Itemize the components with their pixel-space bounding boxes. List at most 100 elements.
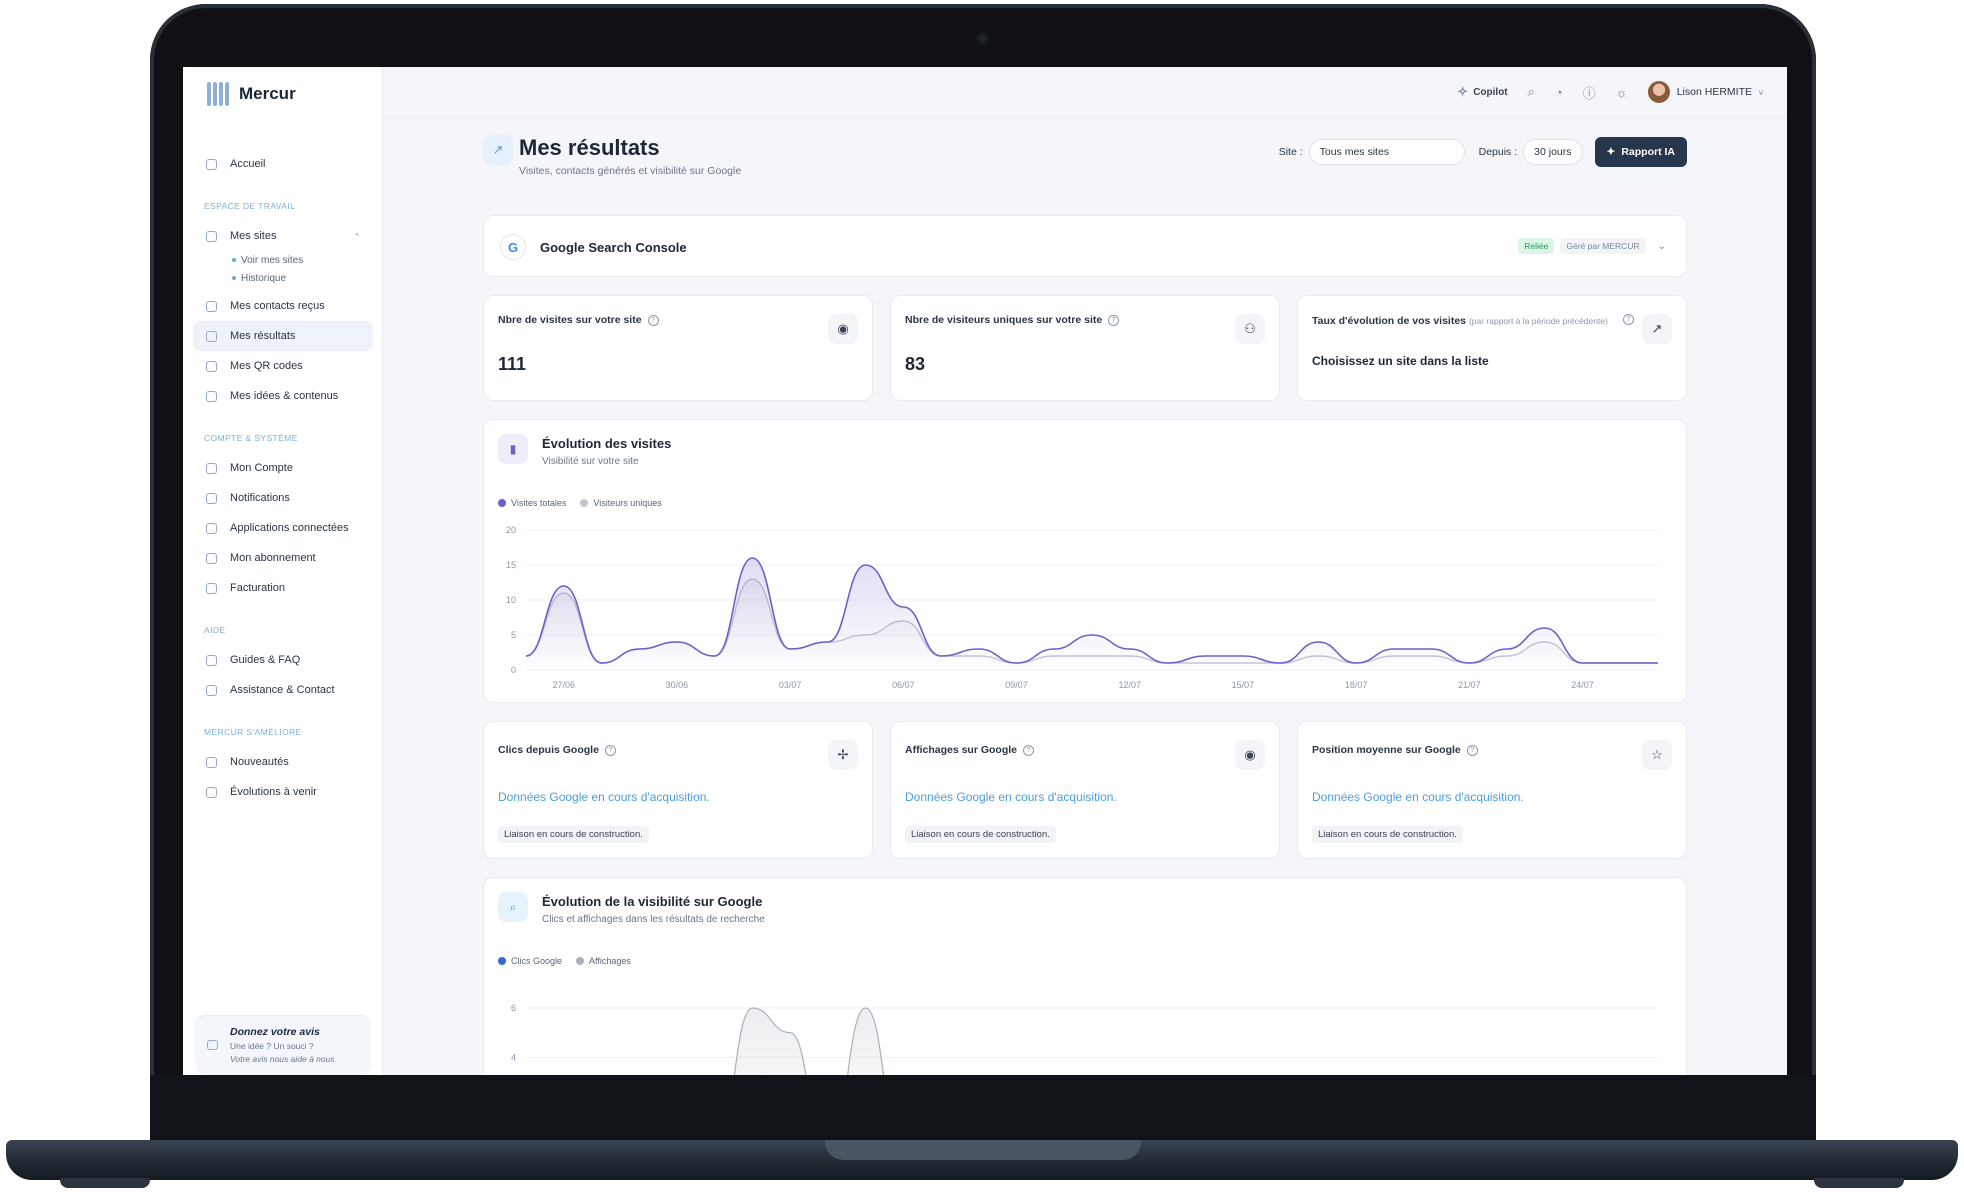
sidebar-item-results[interactable]: Mes résultats bbox=[193, 321, 373, 351]
site-label: Site : bbox=[1278, 146, 1303, 158]
gsc-title: Google Search Console bbox=[540, 240, 687, 255]
laptop-bezel bbox=[150, 1075, 1816, 1144]
kpi-text: Choisissez un site dans la liste bbox=[1312, 354, 1489, 368]
eye-icon: ◉ bbox=[828, 314, 858, 344]
bar-chart-icon: ▮ bbox=[498, 434, 528, 464]
kpi-visits: Nbre de visites sur votre site? ◉ 111 bbox=[483, 295, 873, 401]
theme-toggle-icon[interactable]: ☼ bbox=[1616, 85, 1628, 100]
sidebar-subitem-history[interactable]: Historique bbox=[183, 269, 383, 287]
notification-icon[interactable]: ◔ bbox=[1555, 85, 1563, 100]
kpi-value: 83 bbox=[905, 354, 926, 374]
sidebar-item-account[interactable]: Mon Compte bbox=[193, 453, 373, 483]
document-icon bbox=[206, 390, 217, 402]
ai-report-button[interactable]: ✦ Rapport IA bbox=[1594, 137, 1687, 167]
feedback-box[interactable]: Donnez votre avis Une idée ? Un souci ? … bbox=[195, 1015, 371, 1075]
filters: Site : Tous mes sites Depuis : 30 jours … bbox=[1279, 137, 1687, 167]
status-pill: Liaison en cours de construction. bbox=[905, 826, 1056, 843]
status-pill: Liaison en cours de construction. bbox=[1312, 826, 1463, 843]
page-subtitle: Visites, contacts générés et visibilité … bbox=[519, 165, 742, 177]
kpi-value: 111 bbox=[498, 354, 527, 374]
chart-subtitle: Visibilité sur votre site bbox=[542, 456, 639, 467]
cursor-click-icon: ✢ bbox=[828, 740, 858, 770]
site-select[interactable]: Tous mes sites bbox=[1308, 139, 1465, 165]
sidebar-item-support[interactable]: Assistance & Contact bbox=[193, 675, 373, 705]
stat-title: Position moyenne sur Google? bbox=[1312, 744, 1478, 756]
y-tick-label: 5 bbox=[511, 630, 516, 640]
chart-line-icon bbox=[206, 330, 217, 342]
chat-icon bbox=[207, 1040, 218, 1050]
help-icon[interactable]: ? bbox=[1466, 744, 1478, 756]
sidebar-item-billing[interactable]: Facturation bbox=[193, 573, 373, 603]
x-tick-label: 06/07 bbox=[892, 680, 915, 690]
x-tick-label: 27/06 bbox=[552, 680, 575, 690]
x-tick-label: 21/07 bbox=[1458, 680, 1481, 690]
visibility-chart[interactable]: 46 bbox=[498, 978, 1674, 1075]
credit-card-icon bbox=[206, 552, 217, 564]
legend-item-total[interactable]: Visites totales bbox=[498, 498, 566, 508]
stat-views: Affichages sur Google? ◉ Données Google … bbox=[890, 721, 1280, 859]
lifebuoy-icon bbox=[206, 684, 217, 696]
chevron-down-icon[interactable]: ⌄ bbox=[1658, 241, 1666, 252]
sidebar-item-notifications[interactable]: Notifications bbox=[193, 483, 373, 513]
chart-title: Évolution de la visibilité sur Google bbox=[542, 894, 763, 909]
legend-item-views[interactable]: Affichages bbox=[576, 956, 631, 966]
qr-code-icon bbox=[206, 360, 217, 372]
help-icon[interactable]: ? bbox=[604, 744, 616, 756]
kpi-title: Taux d'évolution de vos visites (par rap… bbox=[1312, 315, 1608, 327]
chart-line-icon: ↗ bbox=[483, 135, 513, 165]
sidebar-subitem-view-sites[interactable]: Voir mes sites bbox=[183, 251, 383, 269]
book-icon bbox=[206, 654, 217, 666]
sidebar-item-contacts[interactable]: Mes contacts reçus bbox=[193, 291, 373, 321]
chevron-down-icon: v bbox=[1759, 87, 1763, 97]
search-icon[interactable]: ⌕ bbox=[1528, 84, 1535, 100]
pending-link[interactable]: Données Google en cours d'acquisition. bbox=[498, 790, 710, 804]
sidebar-item-ideas[interactable]: Mes idées & contenus bbox=[193, 381, 373, 411]
legend-item-unique[interactable]: Visiteurs uniques bbox=[580, 498, 662, 508]
bullet-icon bbox=[232, 258, 236, 262]
sidebar-item-home[interactable]: Accueil bbox=[193, 149, 373, 179]
legend-item-clicks[interactable]: Clics Google bbox=[498, 956, 562, 966]
google-icon: G bbox=[500, 234, 526, 260]
sites-icon bbox=[206, 230, 217, 242]
x-tick-label: 09/07 bbox=[1005, 680, 1028, 690]
help-icon[interactable]: ? bbox=[1023, 744, 1035, 756]
x-tick-label: 24/07 bbox=[1571, 680, 1594, 690]
sidebar-item-qr[interactable]: Mes QR codes bbox=[193, 351, 373, 381]
feedback-title: Donnez votre avis bbox=[230, 1026, 320, 1038]
sidebar-item-apps[interactable]: Applications connectées bbox=[193, 513, 373, 543]
sidebar-item-news[interactable]: Nouveautés bbox=[193, 747, 373, 777]
stat-position: Position moyenne sur Google? ☆ Données G… bbox=[1297, 721, 1687, 859]
pending-link[interactable]: Données Google en cours d'acquisition. bbox=[1312, 790, 1524, 804]
chart-legend: Clics Google Affichages bbox=[498, 956, 631, 966]
user-menu[interactable]: Lison HERMITE v bbox=[1647, 81, 1763, 103]
section-title-workspace: ESPACE DE TRAVAIL bbox=[204, 201, 296, 211]
help-icon[interactable]: ? bbox=[1108, 314, 1120, 326]
top-bar: ✧ Copilot ⌕ ◔ ⓘ ☼ Lison HERMITE v bbox=[383, 67, 1787, 117]
plug-icon bbox=[206, 522, 217, 534]
sidebar-nav: Accueil ESPACE DE TRAVAIL Mes sites ^ Voi… bbox=[183, 149, 383, 807]
help-icon[interactable]: ⓘ bbox=[1583, 83, 1596, 102]
sidebar-item-subscription[interactable]: Mon abonnement bbox=[193, 543, 373, 573]
period-select[interactable]: 30 jours bbox=[1523, 139, 1583, 165]
pending-link[interactable]: Données Google en cours d'acquisition. bbox=[905, 790, 1117, 804]
section-title-account: COMPTE & SYSTÈME bbox=[204, 433, 298, 443]
kpi-visit-rate: Taux d'évolution de vos visites (par rap… bbox=[1297, 295, 1687, 401]
avatar bbox=[1647, 81, 1670, 103]
series-area bbox=[526, 558, 1658, 670]
laptop-foot bbox=[1814, 1178, 1904, 1188]
sidebar-item-my-sites[interactable]: Mes sites ^ bbox=[193, 221, 373, 251]
google-search-console-card[interactable]: G Google Search Console Reliée Géré par … bbox=[483, 215, 1687, 277]
x-tick-label: 18/07 bbox=[1345, 680, 1368, 690]
visibility-chart-card: ⌕ Évolution de la visibilité sur Google … bbox=[483, 877, 1687, 1075]
help-icon[interactable]: ? bbox=[647, 314, 659, 326]
help-icon[interactable]: ? bbox=[1623, 314, 1634, 325]
legend-dot bbox=[580, 499, 589, 507]
y-tick-label: 6 bbox=[511, 1003, 516, 1013]
sidebar-item-roadmap[interactable]: Évolutions à venir bbox=[193, 777, 373, 807]
copilot-button[interactable]: ✧ Copilot bbox=[1457, 84, 1507, 100]
brand-logo[interactable]: Mercur bbox=[207, 79, 296, 109]
visits-chart[interactable]: 0 5 10 15 20 27/06 30/06 03/07 06/07 09/07 12/07 15… bbox=[498, 520, 1674, 696]
feedback-line: Une idée ? Un souci ? bbox=[230, 1041, 314, 1051]
lightbulb-icon: ✦ bbox=[1606, 146, 1616, 158]
sidebar-item-guides[interactable]: Guides & FAQ bbox=[193, 645, 373, 675]
